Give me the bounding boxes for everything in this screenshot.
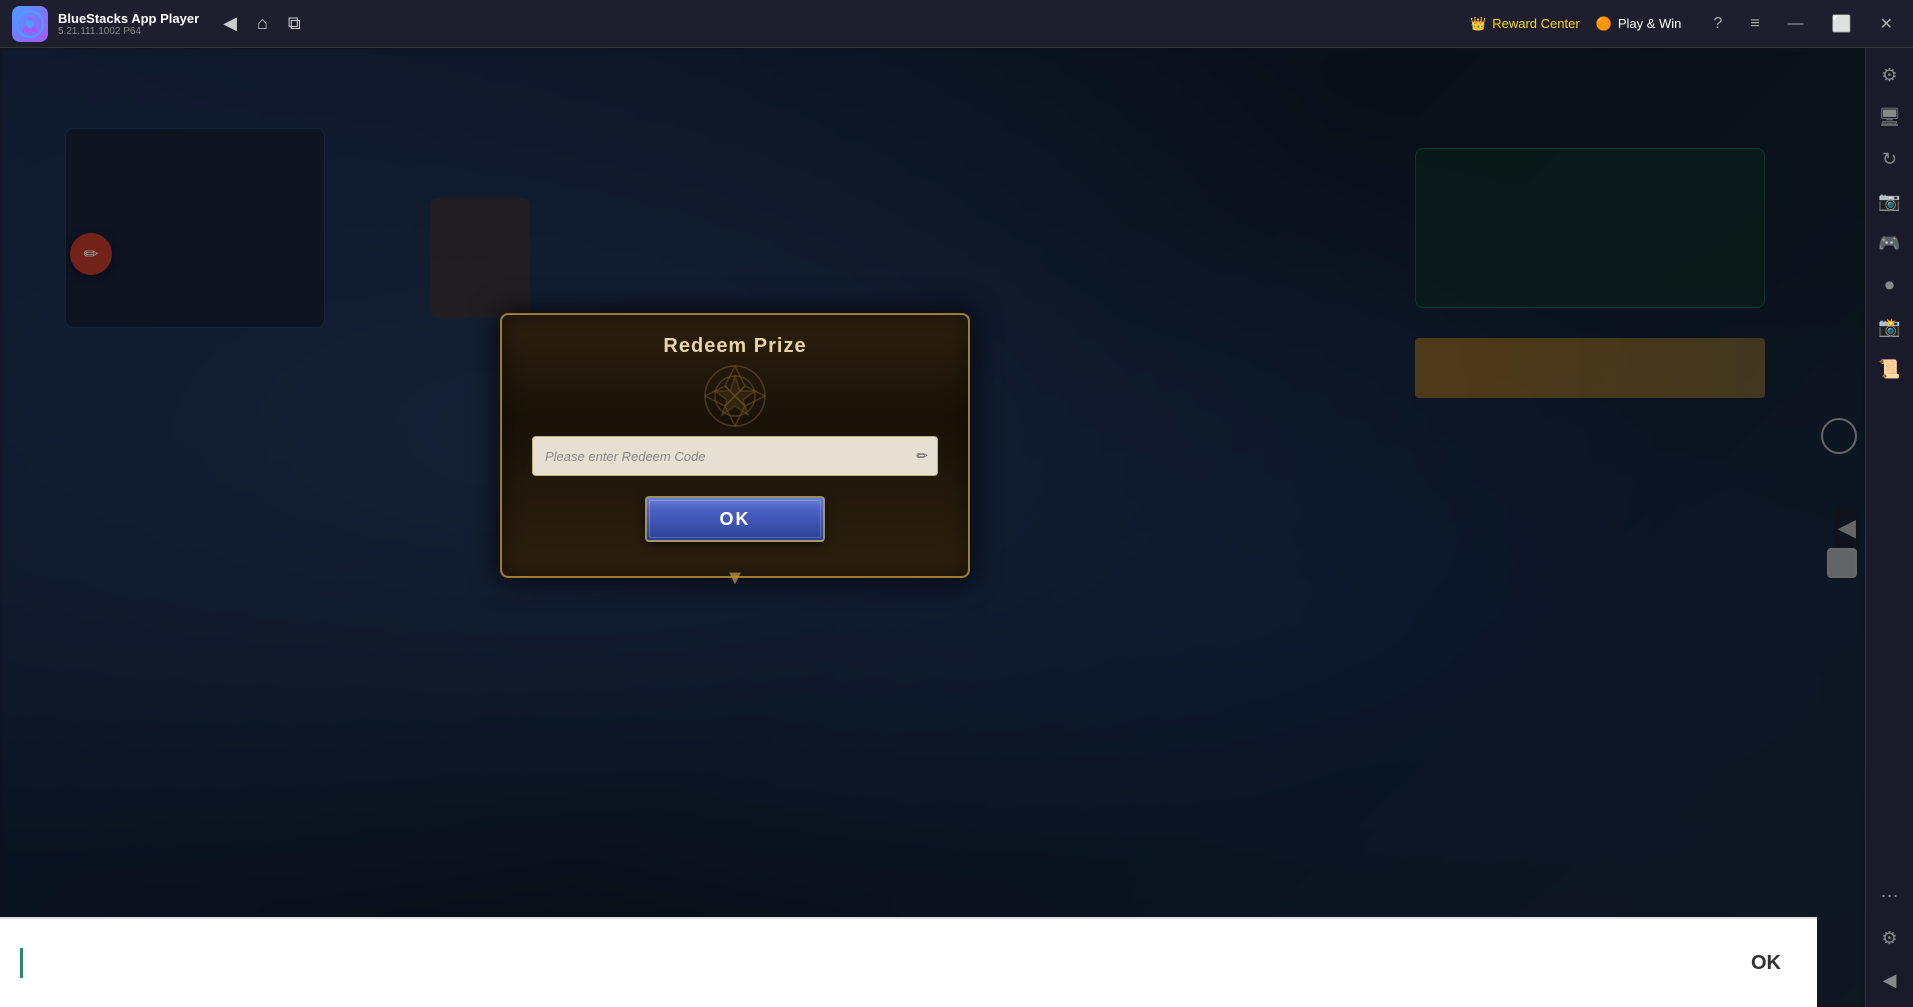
window-control-group: ? ≡ — ⬜ ✕ [1705,10,1901,38]
nav-controls: ◀ ⌂ ⧉ [219,9,305,38]
app-info: BlueStacks App Player 5.21.111.1002 P64 [58,11,199,37]
dialog-overlay: Redeem Prize [0,48,1865,1007]
menu-button[interactable]: ≡ [1742,11,1767,37]
sidebar-rotate-icon[interactable]: ↻ [1871,140,1909,178]
dialog-ok-label: OK [720,509,751,529]
minimize-button[interactable]: — [1780,11,1812,37]
home-button[interactable]: ⌂ [253,9,272,38]
sidebar-script-icon[interactable]: 📜 [1871,350,1909,388]
app-name: BlueStacks App Player [58,11,199,26]
sidebar-display-icon[interactable]: 🖥 [1871,98,1909,136]
orange-circle-icon: 🟠 [1596,16,1612,32]
text-cursor [20,948,23,978]
right-sidebar: ⚙ 🖥 ↻ 📷 🎮 ⏺ 📸 📜 ⋯ ⚙ ◀ [1865,48,1913,1007]
sidebar-macro-icon[interactable]: ⏺ [1871,266,1909,304]
dialog-title: Redeem Prize [663,335,806,358]
sidebar-more-icon[interactable]: ⋯ [1871,877,1909,915]
reward-center-button[interactable]: 👑 Reward Center [1470,16,1580,32]
close-button[interactable]: ✕ [1872,10,1901,38]
play-win-label: Play & Win [1618,16,1682,31]
reward-center-label: Reward Center [1492,16,1579,31]
sidebar-settings-icon[interactable]: ⚙ [1871,56,1909,94]
bottom-input-bar: OK [0,917,1817,1007]
maximize-button[interactable]: ⬜ [1824,10,1860,38]
game-area: ✏ Redeem Prize [0,48,1865,1007]
edit-icon: ✏ [916,448,928,465]
sidebar-collapse-icon[interactable]: ◀ [1871,961,1909,999]
dialog-arrow: ▼ [725,567,745,590]
main-area: ✏ Redeem Prize [0,48,1913,1007]
crown-icon: 👑 [1470,16,1486,32]
sidebar-settings2-icon[interactable]: ⚙ [1871,919,1909,957]
bottom-text-input[interactable] [27,938,1735,988]
app-logo [12,6,48,42]
tabs-button[interactable]: ⧉ [284,9,305,38]
app-version: 5.21.111.1002 P64 [58,26,199,37]
redeem-dialog: Redeem Prize [500,313,970,578]
dialog-ok-button[interactable]: OK [645,496,825,542]
sidebar-screenshot-icon[interactable]: 📸 [1871,308,1909,346]
redeem-code-input[interactable] [532,436,938,476]
play-win-button[interactable]: 🟠 Play & Win [1596,16,1682,32]
titlebar-right: 👑 Reward Center 🟠 Play & Win ? ≡ — ⬜ ✕ [1470,10,1901,38]
back-button[interactable]: ◀ [219,9,241,38]
sidebar-gamepad-icon[interactable]: 🎮 [1871,224,1909,262]
help-button[interactable]: ? [1705,11,1730,37]
bottom-ok-button[interactable]: OK [1735,944,1797,983]
dialog-emblem [675,356,795,436]
redeem-input-container: ✏ [532,436,938,476]
titlebar: BlueStacks App Player 5.21.111.1002 P64 … [0,0,1913,48]
sidebar-camera-icon[interactable]: 📷 [1871,182,1909,220]
